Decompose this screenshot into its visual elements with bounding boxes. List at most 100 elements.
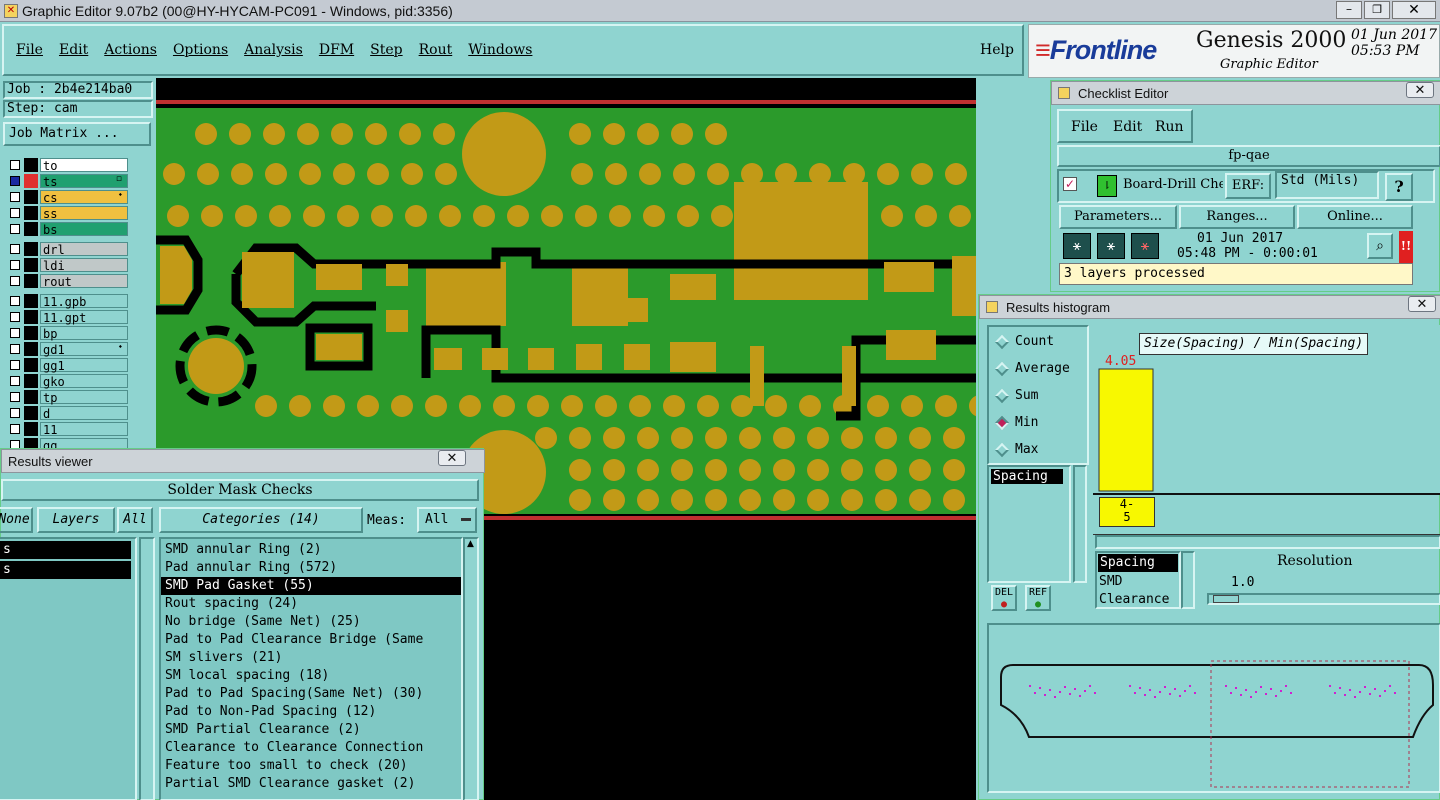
ref-button[interactable]: REF ●: [1025, 585, 1051, 611]
layer-row-gg1[interactable]: gg1: [6, 358, 128, 373]
layer-color-swatch[interactable]: [24, 358, 38, 372]
layer-color-swatch[interactable]: [24, 422, 38, 436]
layer-color-swatch[interactable]: [24, 406, 38, 420]
layer-color-swatch[interactable]: [24, 190, 38, 204]
layer-checkbox[interactable]: [10, 408, 20, 418]
category-item[interactable]: Rout spacing (24): [161, 595, 461, 613]
layer-list-scrollbar[interactable]: [139, 537, 155, 800]
meas-dropdown[interactable]: All: [417, 507, 477, 533]
category-item[interactable]: Pad to Pad Spacing(Same Net) (30): [161, 685, 461, 703]
none-button[interactable]: None: [0, 507, 33, 533]
run-icon-1[interactable]: ⚹: [1063, 233, 1091, 259]
layer-checkbox[interactable]: [10, 276, 20, 286]
checklist-menu-edit[interactable]: Edit: [1113, 119, 1142, 135]
layer-checkbox[interactable]: [10, 192, 20, 202]
category-item[interactable]: Clearance to Clearance Connection: [161, 739, 461, 757]
layer-checkbox[interactable]: [10, 160, 20, 170]
attribute-item[interactable]: Spacing: [1098, 554, 1178, 572]
layer-color-swatch[interactable]: [24, 390, 38, 404]
layer-checkbox[interactable]: [10, 328, 20, 338]
zoom-icon[interactable]: ⌕: [1367, 233, 1393, 259]
layer-checkbox[interactable]: [10, 224, 20, 234]
categories-button[interactable]: Categories (14): [159, 507, 363, 533]
layer-row-ts[interactable]: ts ▫: [6, 174, 128, 189]
layer-color-swatch[interactable]: [24, 326, 38, 340]
category-item[interactable]: SMD annular Ring (2): [161, 541, 461, 559]
layer-checkbox[interactable]: [10, 312, 20, 322]
category-item[interactable]: Pad to Pad Clearance Bridge (Same: [161, 631, 461, 649]
mode-radio-average[interactable]: Average: [994, 360, 1075, 380]
layer-row-gko[interactable]: gko: [6, 374, 128, 389]
layer-color-swatch[interactable]: [24, 206, 38, 220]
layer-name[interactable]: 11: [40, 422, 128, 437]
layer-color-swatch[interactable]: [24, 310, 38, 324]
layer-name[interactable]: bp: [40, 326, 128, 341]
layer-color-swatch[interactable]: [24, 294, 38, 308]
layer-color-swatch[interactable]: [24, 274, 38, 288]
layer-checkbox[interactable]: [10, 392, 20, 402]
layer-name[interactable]: d: [40, 406, 128, 421]
layer-color-swatch[interactable]: [24, 258, 38, 272]
layer-name[interactable]: 11.gpt: [40, 310, 128, 325]
layer-color-swatch[interactable]: [24, 374, 38, 388]
checklist-menu-file[interactable]: File: [1071, 119, 1098, 135]
mode-radio-count[interactable]: Count: [994, 333, 1075, 353]
layer-checkbox[interactable]: [10, 376, 20, 386]
layer-row-bp[interactable]: bp: [6, 326, 128, 341]
histogram-close-button[interactable]: ✕: [1408, 296, 1436, 312]
parameters-button[interactable]: Parameters...: [1059, 205, 1177, 229]
checklist-menu-run[interactable]: Run: [1155, 119, 1184, 135]
online-button[interactable]: Online...: [1297, 205, 1413, 229]
category-item[interactable]: SMD Partial Clearance (2): [161, 721, 461, 739]
results-viewer-close-button[interactable]: ✕: [438, 450, 466, 466]
layer-checkbox[interactable]: [10, 344, 20, 354]
category-item[interactable]: Pad to Non-Pad Spacing (12): [161, 703, 461, 721]
mode-radio-sum[interactable]: Sum: [994, 387, 1075, 407]
maximize-button[interactable]: ❐: [1364, 1, 1390, 19]
menu-actions[interactable]: Actions: [104, 42, 157, 58]
check-enabled-checkbox[interactable]: ✓: [1063, 177, 1077, 191]
layer-row-ldi[interactable]: ldi: [6, 258, 128, 273]
attribute-item[interactable]: SMD: [1097, 573, 1179, 591]
all-layers-button[interactable]: All: [117, 507, 153, 533]
layers-button[interactable]: Layers: [37, 507, 115, 533]
check-row[interactable]: ✓ ⇂ Board-Drill Che ERF: Std (Mils) ?: [1057, 169, 1435, 203]
menu-analysis[interactable]: Analysis: [244, 42, 303, 58]
help-button[interactable]: ?: [1385, 173, 1413, 201]
layer-row-to[interactable]: to: [6, 158, 128, 173]
menu-step[interactable]: Step: [370, 42, 402, 58]
category-item[interactable]: SM slivers (21): [161, 649, 461, 667]
resolution-slider-thumb[interactable]: [1213, 595, 1239, 603]
menu-edit[interactable]: Edit: [59, 42, 88, 58]
category-item[interactable]: No bridge (Same Net) (25): [161, 613, 461, 631]
category-item[interactable]: SM local spacing (18): [161, 667, 461, 685]
layer-name[interactable]: to: [40, 158, 128, 173]
layer-checkbox[interactable]: [10, 244, 20, 254]
menu-help[interactable]: Help: [980, 42, 1014, 58]
layer-checkbox[interactable]: [10, 424, 20, 434]
layer-name[interactable]: drl: [40, 242, 128, 257]
layer-result-item[interactable]: s: [0, 561, 131, 579]
layer-row-11-gpb[interactable]: 11.gpb: [6, 294, 128, 309]
resolution-slider[interactable]: [1207, 593, 1440, 605]
field-list-item[interactable]: Spacing: [991, 469, 1063, 484]
layer-checkbox[interactable]: [10, 296, 20, 306]
layer-row-rout[interactable]: rout: [6, 274, 128, 289]
layer-row-ss[interactable]: ss: [6, 206, 128, 221]
layer-row-d[interactable]: d: [6, 406, 128, 421]
checklist-close-button[interactable]: ✕: [1406, 82, 1434, 98]
menu-windows[interactable]: Windows: [468, 42, 532, 58]
layer-name[interactable]: gg1: [40, 358, 128, 373]
layer-row-bs[interactable]: bs: [6, 222, 128, 237]
layer-color-swatch[interactable]: [24, 222, 38, 236]
layer-color-swatch[interactable]: [24, 242, 38, 256]
layer-name[interactable]: gd1: [40, 342, 128, 357]
attribute-list[interactable]: Spacing SMD Clearance: [1095, 551, 1181, 609]
run-icon-2[interactable]: ⚹: [1097, 233, 1125, 259]
layer-name[interactable]: cs: [40, 190, 128, 205]
minimize-button[interactable]: –: [1336, 1, 1362, 19]
layer-name[interactable]: ts: [40, 174, 128, 189]
overview-panel[interactable]: [987, 623, 1440, 793]
close-button[interactable]: ✕: [1392, 1, 1436, 19]
category-item[interactable]: Partial SMD Clearance gasket (2): [161, 775, 461, 793]
